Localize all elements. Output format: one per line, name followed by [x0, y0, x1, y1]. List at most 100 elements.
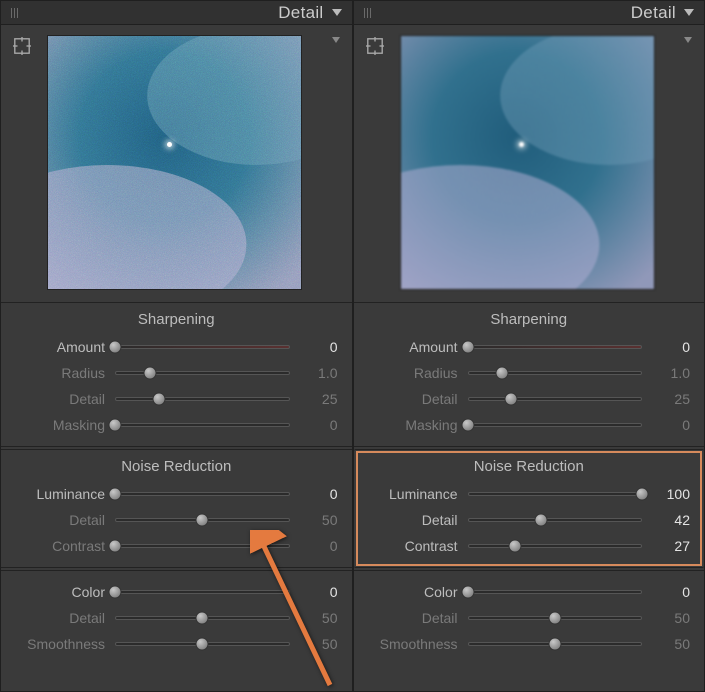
slider-label: Detail — [368, 512, 458, 528]
slider-label: Contrast — [15, 538, 105, 554]
slider-knob[interactable] — [461, 419, 474, 432]
slider-detail[interactable] — [115, 510, 290, 530]
slider-knob[interactable] — [109, 419, 122, 432]
slider-row-masking: Masking 0 — [368, 412, 691, 438]
slider-row-color: Color 0 — [368, 579, 691, 605]
slider-row-detail: Detail 42 — [368, 507, 691, 533]
slider-label: Smoothness — [15, 636, 105, 652]
slider-value: 0 — [300, 339, 338, 355]
slider-knob[interactable] — [505, 393, 518, 406]
slider-row-detail: Detail 25 — [368, 386, 691, 412]
slider-knob[interactable] — [109, 341, 122, 354]
slider-label: Luminance — [15, 486, 105, 502]
slider-track — [115, 544, 290, 548]
slider-row-luminance: Luminance 100 — [368, 481, 691, 507]
slider-color[interactable] — [115, 582, 290, 602]
panel-header: Detail — [354, 1, 705, 25]
slider-amount[interactable] — [468, 337, 643, 357]
slider-knob[interactable] — [496, 367, 509, 380]
slider-knob[interactable] — [152, 393, 165, 406]
slider-luminance[interactable] — [468, 484, 643, 504]
slider-value: 100 — [652, 486, 690, 502]
slider-knob[interactable] — [196, 638, 209, 651]
panel-title[interactable]: Detail — [631, 3, 676, 23]
slider-contrast[interactable] — [468, 536, 643, 556]
panel-title[interactable]: Detail — [278, 3, 323, 23]
slider-value: 50 — [300, 610, 338, 626]
slider-amount[interactable] — [115, 337, 290, 357]
slider-knob[interactable] — [548, 612, 561, 625]
slider-knob[interactable] — [109, 488, 122, 501]
slider-row-radius: Radius 1.0 — [15, 360, 338, 386]
slider-detail[interactable] — [115, 389, 290, 409]
slider-knob[interactable] — [196, 514, 209, 527]
slider-row-contrast: Contrast 0 — [15, 533, 338, 559]
section-noise-reduction: Noise Reduction Luminance 0 Detail 50 Co… — [1, 449, 352, 568]
chevron-down-icon[interactable] — [684, 9, 694, 16]
slider-value: 0 — [652, 584, 690, 600]
slider-smoothness[interactable] — [468, 634, 643, 654]
slider-radius[interactable] — [115, 363, 290, 383]
slider-track — [115, 590, 290, 594]
slider-knob[interactable] — [636, 488, 649, 501]
slider-value: 25 — [652, 391, 690, 407]
panel-grip-icon[interactable] — [364, 8, 372, 18]
slider-smoothness[interactable] — [115, 634, 290, 654]
slider-track — [468, 397, 643, 401]
slider-contrast[interactable] — [115, 536, 290, 556]
preview-thumbnail[interactable] — [400, 35, 655, 290]
slider-detail[interactable] — [468, 510, 643, 530]
slider-knob[interactable] — [196, 612, 209, 625]
slider-track — [468, 423, 643, 427]
slider-knob[interactable] — [548, 638, 561, 651]
slider-color[interactable] — [468, 582, 643, 602]
slider-label: Luminance — [368, 486, 458, 502]
slider-row-color: Color 0 — [15, 579, 338, 605]
slider-row-amount: Amount 0 — [368, 334, 691, 360]
slider-knob[interactable] — [109, 586, 122, 599]
slider-row-smoothness: Smoothness 50 — [368, 631, 691, 657]
slider-value: 0 — [300, 584, 338, 600]
slider-value: 0 — [652, 417, 690, 433]
preview-menu-icon[interactable] — [684, 37, 692, 43]
slider-knob[interactable] — [508, 540, 521, 553]
slider-detail[interactable] — [468, 608, 643, 628]
slider-value: 0 — [300, 417, 338, 433]
slider-knob[interactable] — [109, 540, 122, 553]
slider-knob[interactable] — [143, 367, 156, 380]
slider-row-contrast: Contrast 27 — [368, 533, 691, 559]
slider-row-detail: Detail 50 — [368, 605, 691, 631]
detail-panel: Detail — [0, 0, 353, 692]
slider-detail[interactable] — [468, 389, 643, 409]
slider-radius[interactable] — [468, 363, 643, 383]
slider-label: Detail — [368, 391, 458, 407]
slider-luminance[interactable] — [115, 484, 290, 504]
section-color-noise: Color 0 Detail 50 Smoothness 50 — [1, 570, 352, 665]
slider-row-radius: Radius 1.0 — [368, 360, 691, 386]
panel-header: Detail — [1, 1, 352, 25]
slider-knob[interactable] — [534, 514, 547, 527]
chevron-down-icon[interactable] — [332, 9, 342, 16]
slider-row-detail: Detail 25 — [15, 386, 338, 412]
slider-masking[interactable] — [115, 415, 290, 435]
panel-grip-icon[interactable] — [11, 8, 19, 18]
slider-row-masking: Masking 0 — [15, 412, 338, 438]
slider-track — [468, 345, 643, 349]
slider-value: 42 — [652, 512, 690, 528]
preview-thumbnail[interactable] — [47, 35, 302, 290]
target-picker-icon[interactable] — [13, 37, 31, 55]
section-sharpening: Sharpening Amount 0 Radius 1.0 Detail 25… — [1, 302, 352, 447]
slider-label: Color — [368, 584, 458, 600]
slider-label: Contrast — [368, 538, 458, 554]
slider-knob[interactable] — [461, 341, 474, 354]
slider-knob[interactable] — [461, 586, 474, 599]
section-color-noise: Color 0 Detail 50 Smoothness 50 — [354, 570, 705, 665]
section-noise-reduction: Noise Reduction Luminance 100 Detail 42 … — [354, 449, 705, 568]
slider-row-detail: Detail 50 — [15, 605, 338, 631]
slider-label: Detail — [15, 512, 105, 528]
target-picker-icon[interactable] — [366, 37, 384, 55]
slider-masking[interactable] — [468, 415, 643, 435]
slider-detail[interactable] — [115, 608, 290, 628]
preview-area — [354, 25, 705, 300]
preview-menu-icon[interactable] — [332, 37, 340, 43]
